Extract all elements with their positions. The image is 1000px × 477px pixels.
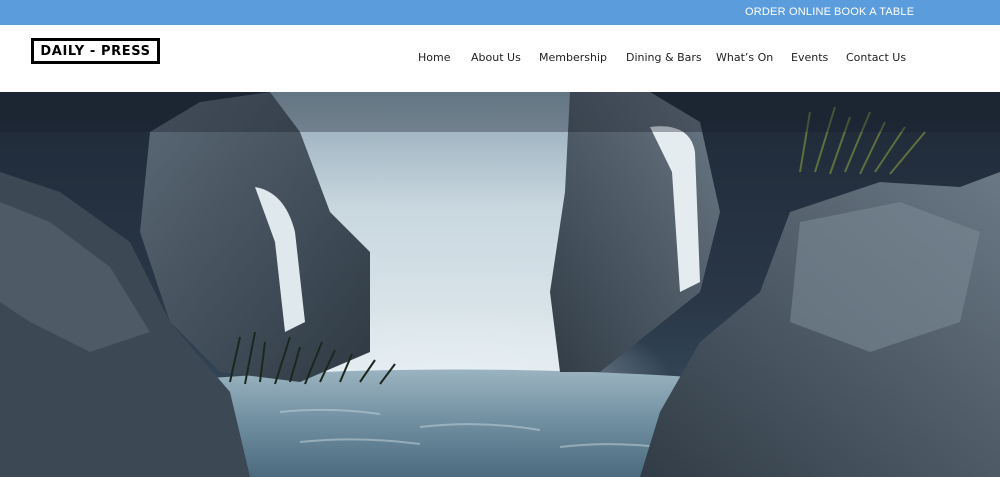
- nav-home[interactable]: Home: [418, 51, 450, 64]
- nav-contact-us[interactable]: Contact Us: [846, 51, 906, 64]
- nav-membership[interactable]: Membership: [539, 51, 607, 64]
- book-a-table-link[interactable]: BOOK A TABLE: [834, 6, 914, 18]
- nav-about-us[interactable]: About Us: [471, 51, 521, 64]
- site-header: DAILY - PRESS Home About Us Membership D…: [0, 25, 1000, 92]
- hero-image: [0, 92, 1000, 477]
- order-online-link[interactable]: ORDER ONLINE: [745, 6, 831, 18]
- top-bar: ORDER ONLINE BOOK A TABLE: [0, 0, 1000, 25]
- nav-whats-on[interactable]: What’s On: [716, 51, 773, 64]
- waterfall-scene-illustration: [0, 92, 1000, 477]
- top-shadow: [0, 92, 1000, 132]
- site-logo[interactable]: DAILY - PRESS: [31, 38, 160, 64]
- nav-dining-bars[interactable]: Dining & Bars: [626, 51, 702, 64]
- nav-events[interactable]: Events: [791, 51, 828, 64]
